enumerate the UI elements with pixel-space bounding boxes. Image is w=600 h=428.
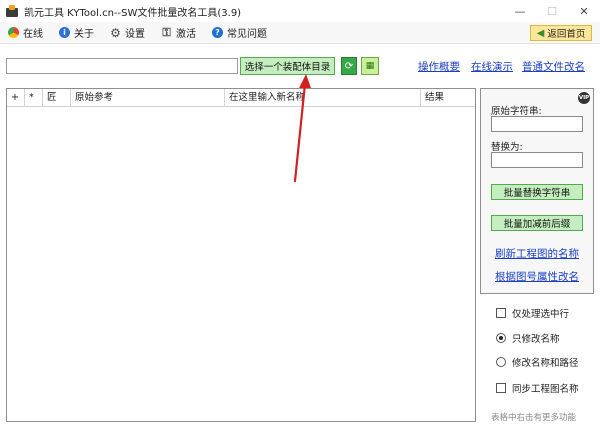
gear-icon: ⚙ bbox=[110, 25, 121, 40]
menu-item-label: 常见问题 bbox=[227, 29, 267, 40]
app-logo-icon bbox=[6, 5, 18, 17]
batch-add-remove-affix-button[interactable]: 批量加减前后缀 bbox=[491, 215, 583, 231]
radio-selected[interactable] bbox=[496, 333, 506, 343]
back-arrow-icon: ◀ bbox=[536, 27, 545, 39]
column-header-mark[interactable]: * bbox=[25, 89, 43, 107]
rename-only-radio[interactable]: 只修改名称 bbox=[496, 331, 560, 345]
original-string-input[interactable] bbox=[491, 116, 583, 132]
checkbox-label: 仅处理选中行 bbox=[512, 309, 570, 320]
window-controls: — ☐ ✕ bbox=[504, 0, 600, 22]
menu-item-label: 在线 bbox=[23, 29, 43, 40]
vip-badge-icon: VIP bbox=[578, 92, 590, 104]
open-folder-icon[interactable]: ▦ bbox=[361, 57, 379, 75]
menu-item-about[interactable]: i 关于 bbox=[51, 22, 102, 44]
replace-panel: VIP 原始字符串: 替换为: 批量替换字符串 批量加减前后缀 刷新工程图的名称… bbox=[480, 88, 594, 294]
replace-with-input[interactable] bbox=[491, 152, 583, 168]
checkbox-box[interactable] bbox=[496, 383, 506, 393]
sync-drawing-name-checkbox[interactable]: 同步工程图名称 bbox=[496, 381, 579, 395]
selected-rows-only-checkbox[interactable]: 仅处理选中行 bbox=[496, 306, 569, 320]
back-home-label: 返回首页 bbox=[547, 29, 586, 40]
maximize-button[interactable]: ☐ bbox=[536, 0, 568, 22]
checkbox-label: 同步工程图名称 bbox=[512, 384, 579, 395]
operation-overview-link[interactable]: 操作概要 bbox=[418, 59, 460, 74]
menu-item-label: 设置 bbox=[125, 29, 145, 40]
menu-item-online[interactable]: 在线 bbox=[0, 22, 51, 44]
column-header-original-reference[interactable]: 原始参考 bbox=[71, 89, 225, 107]
menu-item-faq[interactable]: ? 常见问题 bbox=[204, 22, 275, 44]
window-title: 凯元工具 KYTool.cn--SW文件批量改名工具(3.9) bbox=[24, 7, 242, 19]
key-icon: ⚿ bbox=[162, 25, 171, 39]
directory-path-input[interactable] bbox=[6, 58, 238, 74]
menu-item-activate[interactable]: ⚿ 激活 bbox=[153, 22, 204, 44]
title-bar: 凯元工具 KYTool.cn--SW文件批量改名工具(3.9) — ☐ ✕ bbox=[0, 0, 600, 22]
refresh-icon[interactable]: ⟳ bbox=[341, 57, 357, 75]
minimize-button[interactable]: — bbox=[504, 0, 536, 22]
radio-label: 修改名称和路径 bbox=[512, 358, 579, 369]
chrome-icon bbox=[8, 27, 19, 38]
radio-label: 只修改名称 bbox=[512, 334, 560, 345]
online-demo-link[interactable]: 在线演示 bbox=[471, 59, 513, 74]
menu-item-label: 关于 bbox=[74, 29, 94, 40]
menu-bar: 在线 i 关于 ⚙ 设置 ⚿ 激活 ? 常见问题 bbox=[0, 22, 600, 44]
checkbox-box[interactable] bbox=[496, 308, 506, 318]
right-click-hint-text: 表格中右击有更多功能 bbox=[491, 413, 577, 423]
column-header-expand[interactable]: + bbox=[7, 89, 25, 107]
rename-by-drawing-number-link[interactable]: 根据图号属性改名 bbox=[495, 269, 579, 284]
help-icon: ? bbox=[212, 27, 223, 38]
column-header-new-name[interactable]: 在这里输入新名称 bbox=[225, 89, 421, 107]
table-header: + * 匠 原始参考 在这里输入新名称 结果 bbox=[7, 89, 475, 107]
back-home-button[interactable]: ◀ 返回首页 bbox=[530, 25, 592, 41]
annotation-arrow-head bbox=[299, 74, 311, 88]
select-assembly-directory-button[interactable]: 选择一个装配体目录 bbox=[240, 57, 335, 75]
radio-unselected[interactable] bbox=[496, 357, 506, 367]
menu-item-settings[interactable]: ⚙ 设置 bbox=[102, 22, 153, 44]
file-table[interactable]: + * 匠 原始参考 在这里输入新名称 结果 bbox=[6, 88, 476, 422]
batch-replace-string-button[interactable]: 批量替换字符串 bbox=[491, 184, 583, 200]
normal-file-rename-link[interactable]: 普通文件改名 bbox=[522, 59, 585, 74]
original-string-label: 原始字符串: bbox=[491, 106, 542, 117]
rename-and-path-radio[interactable]: 修改名称和路径 bbox=[496, 355, 579, 369]
replace-with-label: 替换为: bbox=[491, 142, 523, 153]
close-button[interactable]: ✕ bbox=[568, 0, 600, 22]
info-icon: i bbox=[59, 27, 70, 38]
refresh-drawing-names-link[interactable]: 刷新工程图的名称 bbox=[495, 246, 579, 261]
menu-item-label: 激活 bbox=[176, 29, 196, 40]
column-header-result[interactable]: 结果 bbox=[421, 89, 475, 107]
column-header-type[interactable]: 匠 bbox=[43, 89, 71, 107]
